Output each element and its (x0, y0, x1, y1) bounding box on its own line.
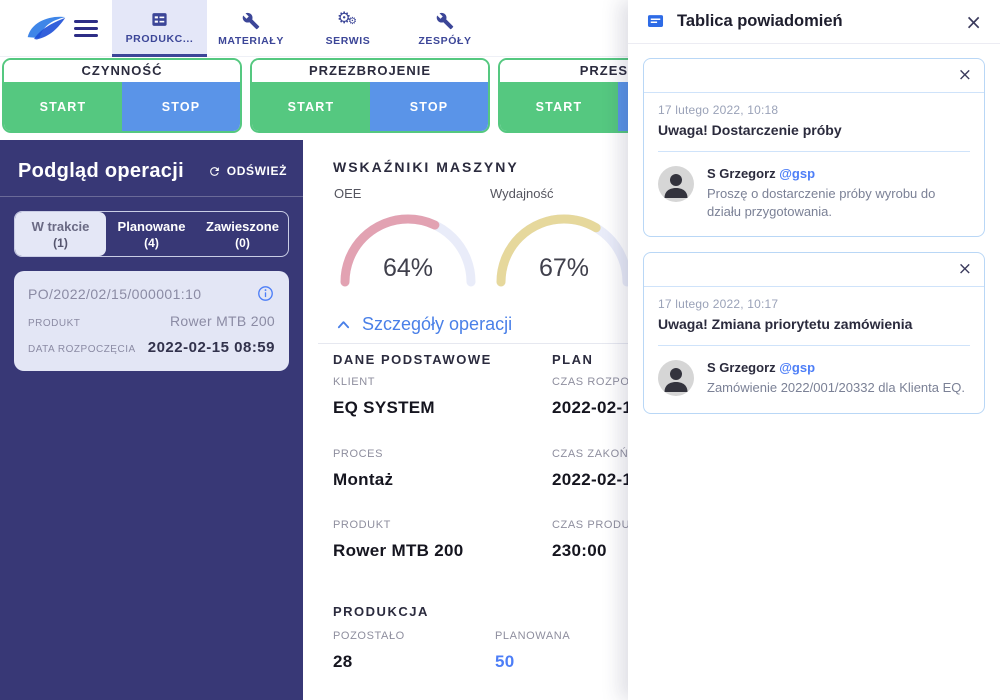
notification-card-header: × (644, 59, 984, 93)
notification-card: × 17 lutego 2022, 10:17 Uwaga! Zmiana pr… (643, 252, 985, 414)
tab-label: MATERIAŁY (218, 35, 284, 47)
start-date-label: DATA ROZPOCZĘCIA (28, 344, 136, 355)
panel-close-icon[interactable]: × (965, 12, 982, 32)
gauge-oee-label: OEE (334, 186, 361, 201)
group-title: CZYNNOŚĆ (4, 60, 240, 82)
notification-divider (658, 345, 970, 346)
oee-value: 64% (383, 254, 433, 282)
field-klient: KLIENT EQ SYSTEM (333, 376, 435, 418)
start-date-value: 2022-02-15 08:59 (148, 339, 275, 356)
field-pozostalo: POZOSTAŁO 28 (333, 630, 405, 672)
gears-icon: ⚙ ⚙ (337, 11, 359, 31)
sidebar-header: Podgląd operacji ODŚWIEŻ (0, 140, 303, 196)
notification-list: × 17 lutego 2022, 10:18 Uwaga! Dostarcze… (628, 44, 1000, 443)
notification-date: 17 lutego 2022, 10:18 (658, 103, 970, 117)
tab-produkcja[interactable]: PRODUKC... (112, 0, 207, 57)
sidebar-tab-group: W trakcie (1) Planowane (4) Zawieszone (… (14, 211, 289, 257)
sidebar-title: Podgląd operacji (18, 160, 184, 182)
author-name: S Grzegorz (707, 166, 776, 181)
production-icon (150, 9, 170, 29)
planowana-link[interactable]: 50 (495, 652, 570, 672)
info-icon[interactable] (256, 284, 275, 303)
sidebar-tab-planowane[interactable]: Planowane (4) (106, 212, 197, 256)
mes-app: PRODUKC... MATERIAŁY ⚙ ⚙ SERWIS Z (0, 0, 1000, 700)
action-group-czynnosc: CZYNNOŚĆ START STOP (2, 58, 242, 133)
czynnosc-start-button[interactable]: START (4, 82, 122, 131)
tab-count: (1) (53, 236, 68, 250)
field-produkt: PRODUKT Rower MTB 200 (333, 519, 464, 561)
wrench-icon (241, 11, 261, 31)
sidebar-divider (0, 196, 303, 197)
field-proces: PROCES Montaż (333, 448, 393, 490)
notification-title: Uwaga! Zmiana priorytetu zamówienia (658, 316, 970, 332)
tab-count: (4) (144, 236, 159, 250)
product-value: Rower MTB 200 (170, 313, 275, 329)
tab-label: PRODUKC... (126, 33, 194, 45)
wrench-icon (435, 11, 455, 31)
refresh-button[interactable]: ODŚWIEŻ (208, 164, 287, 178)
notification-message: Proszę o dostarczenie próby wyrobu do dz… (707, 185, 965, 220)
wydajnosc-gauge: 67% (492, 210, 636, 290)
operation-card[interactable]: PO/2022/02/15/000001:10 PRODUKT Rower MT… (14, 271, 289, 371)
tab-label: W trakcie (32, 219, 90, 234)
notification-message: Zamówienie 2022/001/20332 dla Klienta EQ… (707, 379, 965, 397)
refresh-icon (208, 165, 221, 178)
refresh-label: ODŚWIEŻ (227, 164, 287, 178)
action-group-przezbrojenie: PRZEZBROJENIE START STOP (250, 58, 490, 133)
operation-details-toggle[interactable]: Szczegóły operacji (337, 314, 512, 335)
tab-zespoly[interactable]: ZESPÓŁY (399, 0, 491, 57)
brand-logo (24, 13, 68, 43)
sidebar-tab-zawieszone[interactable]: Zawieszone (0) (197, 212, 288, 256)
message-icon (646, 12, 665, 31)
group-title: PRZEZBROJENIE (252, 60, 488, 82)
panel-title: Tablica powiadomień (677, 12, 965, 31)
wydajnosc-value: 67% (539, 254, 589, 282)
details-title: Szczegóły operacji (362, 314, 512, 335)
machine-indicators-title: WSKAŹNIKI MASZYNY (333, 159, 519, 175)
notification-close-icon[interactable]: × (958, 67, 972, 84)
tab-label: ZESPÓŁY (418, 35, 471, 47)
avatar (658, 360, 694, 396)
author-name: S Grzegorz (707, 360, 776, 375)
przezbrojenie-start-button[interactable]: START (252, 82, 370, 131)
field-planowana: PLANOWANA 50 (495, 630, 570, 672)
notification-card: × 17 lutego 2022, 10:18 Uwaga! Dostarcze… (643, 58, 985, 237)
tab-label: Zawieszone (206, 219, 279, 234)
chevron-up-icon (337, 320, 350, 329)
notification-title: Uwaga! Dostarczenie próby (658, 122, 970, 138)
notification-close-icon[interactable]: × (958, 261, 972, 278)
notification-panel: Tablica powiadomień × × 17 lutego 2022, … (628, 0, 1000, 700)
operation-id: PO/2022/02/15/000001:10 (28, 286, 201, 302)
notification-card-header: × (644, 253, 984, 287)
product-label: PRODUKT (28, 318, 80, 329)
tab-serwis[interactable]: ⚙ ⚙ SERWIS (304, 0, 392, 57)
mention-link[interactable]: @gsp (779, 360, 815, 375)
basic-data-title: DANE PODSTAWOWE (333, 352, 492, 367)
oee-gauge: 64% (336, 210, 480, 290)
plan-title: PLAN (552, 352, 593, 367)
mention-link[interactable]: @gsp (779, 166, 815, 181)
tab-label: SERWIS (326, 35, 371, 47)
notification-panel-header: Tablica powiadomień × (628, 0, 1000, 44)
czynnosc-stop-button[interactable]: STOP (122, 82, 240, 131)
menu-hamburger-icon[interactable] (74, 20, 98, 37)
tab-label: Planowane (118, 219, 186, 234)
tab-count: (0) (235, 236, 250, 250)
notification-divider (658, 151, 970, 152)
operations-sidebar: Podgląd operacji ODŚWIEŻ W trakcie (1) P… (0, 140, 303, 700)
przezbrojenie-stop-button[interactable]: STOP (370, 82, 488, 131)
gauge-wydajnosc-label: Wydajność (490, 186, 553, 201)
avatar (658, 166, 694, 202)
notification-date: 17 lutego 2022, 10:17 (658, 297, 970, 311)
production-title: PRODUKCJA (333, 604, 429, 619)
przestoj-start-button[interactable]: START (500, 82, 618, 131)
tab-materialy[interactable]: MATERIAŁY (207, 0, 295, 57)
sidebar-tab-w-trakcie[interactable]: W trakcie (1) (15, 212, 106, 256)
